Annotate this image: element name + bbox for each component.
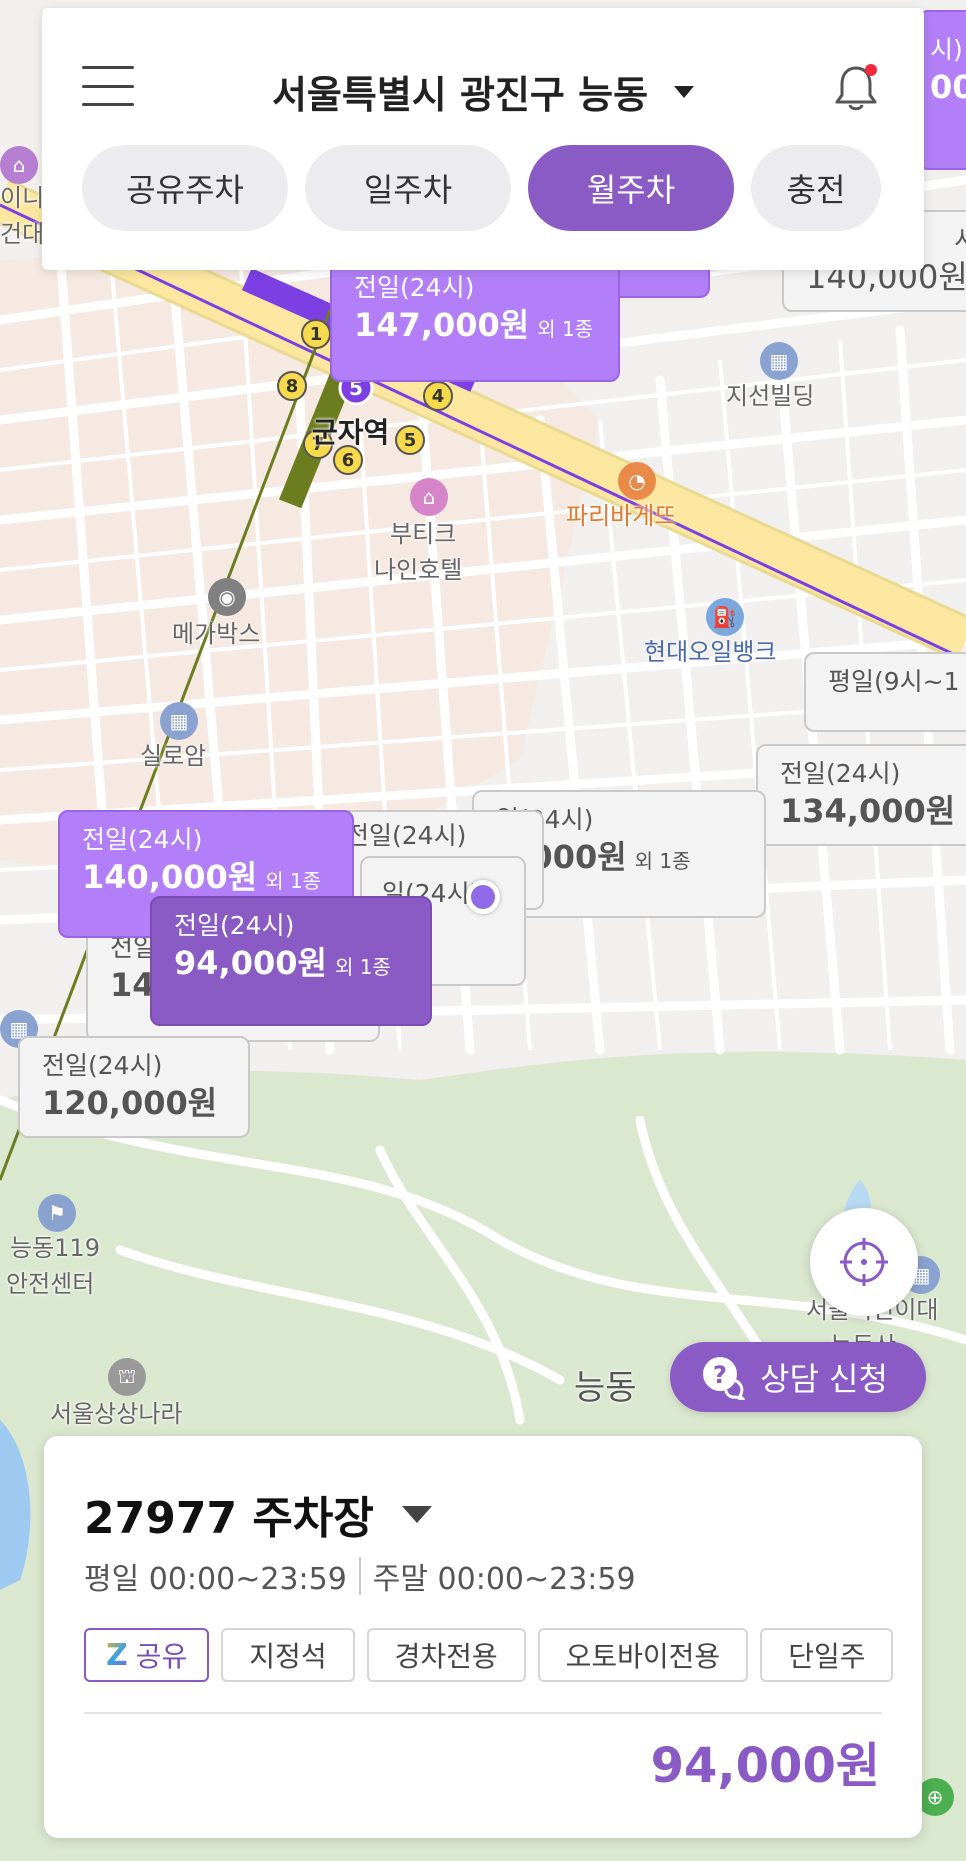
map-label: 능동119: [10, 1234, 100, 1262]
caret-down-icon: [674, 85, 695, 98]
svg-text:?: ?: [713, 1361, 727, 1389]
bell-icon[interactable]: [832, 62, 880, 114]
price-marker-label: 평일(9시~1: [828, 667, 960, 696]
price-marker-amount: 140,000원: [82, 857, 258, 896]
map-label: 서울상상나라: [50, 1400, 183, 1428]
tab-charging[interactable]: 충전: [751, 145, 881, 231]
map-label: 파리바게뜨: [566, 502, 677, 530]
svg-text:1: 1: [310, 324, 323, 345]
building-icon: ▦: [760, 342, 798, 380]
map-label: 현대오일뱅크: [644, 638, 777, 666]
map-label: 안전센터: [6, 1270, 95, 1298]
price-marker[interactable]: 전일(24시) 120,000원: [18, 1036, 250, 1139]
map-label: 건대: [0, 220, 45, 248]
price-marker-price: 147,000원 외 1종: [354, 305, 596, 347]
map-label: 나인호텔: [374, 556, 463, 584]
parking-lot-card[interactable]: 27977 주차장 평일 00:00~23:59 주말 00:00~23:59 …: [44, 1436, 922, 1838]
divider: [358, 1557, 361, 1595]
chip-label: 공유: [135, 1640, 188, 1673]
tab-daily-parking[interactable]: 일주차: [305, 145, 511, 231]
price-marker-label: 전일(24시): [42, 1051, 163, 1080]
chip-single: 단일주: [760, 1628, 894, 1682]
crosshair-icon: [840, 1238, 888, 1286]
header-card: 서울특별시 광진구 능동 공유주차 일주차 월주차 충전: [42, 8, 924, 270]
price-marker-label: 전일(24시): [354, 273, 475, 302]
map-label: 부티크: [390, 520, 457, 548]
feature-chips: Z 공유 지정석 경차전용 오토바이전용 단일주: [84, 1628, 922, 1682]
tab-monthly-parking[interactable]: 월주차: [528, 145, 734, 231]
price-marker[interactable]: 전일(24시) 134,000원: [756, 744, 966, 847]
hotel-icon: ⌂: [410, 478, 448, 516]
z-badge-icon: Z: [106, 1637, 128, 1673]
consult-request-button[interactable]: ? 상담 신청: [670, 1342, 926, 1412]
price-marker-extra: 외 1종: [265, 868, 322, 893]
operating-hours: 평일 00:00~23:59 주말 00:00~23:59: [84, 1554, 636, 1598]
hotel-icon: ⌂: [0, 146, 38, 184]
map-label: 이니: [0, 184, 45, 212]
parking-lot-selector[interactable]: 27977 주차장: [84, 1482, 432, 1546]
price-marker-label: 전일(24시): [174, 911, 295, 940]
price-marker-price: 94,000원 외 1종: [174, 943, 408, 985]
price-marker-amount: 94,000원: [174, 943, 327, 982]
parking-lot-price: 94,000원: [650, 1738, 880, 1794]
my-location-button[interactable]: [810, 1208, 918, 1316]
chip-shared: Z 공유: [84, 1628, 210, 1682]
museum-icon: ⛫: [108, 1358, 146, 1396]
parking-lot-name: 27977 주차장: [84, 1493, 374, 1544]
price-marker-price: 00: [930, 67, 966, 106]
category-tabs: 공유주차 일주차 월주차 충전: [82, 145, 881, 231]
caret-down-icon: [401, 1505, 432, 1523]
price-marker-extra: 외 1종: [537, 316, 594, 341]
price-marker[interactable]: 평일(9시~1: [804, 652, 966, 732]
map-label: 실로암: [140, 742, 207, 770]
svg-text:4: 4: [432, 386, 445, 407]
building-icon: ▦: [160, 702, 198, 740]
gas-station-icon: ⛽: [706, 598, 744, 636]
divider: [84, 1712, 882, 1714]
svg-text:6: 6: [342, 450, 355, 471]
svg-text:8: 8: [286, 376, 299, 397]
price-marker-label: 전일(24시): [82, 825, 203, 854]
map-label: 메가박스: [172, 620, 261, 648]
fire-station-icon: ⚑: [38, 1194, 76, 1232]
price-marker-label: 전일(24시): [780, 759, 901, 788]
price-marker-extra: 외 1종: [334, 954, 391, 979]
chip-motorcycle-only: 오토바이전용: [537, 1628, 749, 1682]
price-marker-price: 134,000원: [780, 791, 956, 830]
location-selector[interactable]: 서울특별시 광진구 능동: [42, 64, 924, 119]
cinema-icon: ◉: [208, 578, 246, 616]
current-location-dot: [466, 880, 500, 914]
price-marker-price: 140,000원 외 1종: [82, 857, 330, 899]
bakery-icon: ◔: [618, 462, 656, 500]
weekday-hours: 평일 00:00~23:59: [84, 1562, 347, 1597]
price-marker-label: 시): [930, 35, 963, 64]
map-label: 지선빌딩: [726, 382, 815, 410]
price-marker[interactable]: 시) 00: [918, 10, 966, 170]
tab-shared-parking[interactable]: 공유주차: [82, 145, 288, 231]
price-marker-label: 전일(24시): [346, 821, 467, 850]
price-marker-amount: 147,000원: [354, 305, 530, 344]
location-title: 서울특별시 광진구 능동: [271, 73, 649, 117]
map-label-station: 군자역: [312, 416, 390, 449]
chip-compact-only: 경차전용: [366, 1628, 526, 1682]
chip-reserved-seat: 지정석: [221, 1628, 355, 1682]
price-marker-extra: 외 1종: [634, 848, 691, 873]
consult-request-label: 상담 신청: [760, 1360, 888, 1398]
price-marker-selected[interactable]: 전일(24시) 94,000원 외 1종: [150, 896, 432, 1026]
chat-question-icon: ?: [703, 1357, 746, 1400]
price-marker[interactable]: 전일(24시) 147,000원 외 1종: [330, 262, 620, 382]
map-label: 능동: [574, 1368, 637, 1408]
price-marker-price: 120,000원: [42, 1083, 218, 1122]
weekend-hours: 주말 00:00~23:59: [372, 1562, 636, 1597]
svg-text:5: 5: [404, 430, 417, 451]
